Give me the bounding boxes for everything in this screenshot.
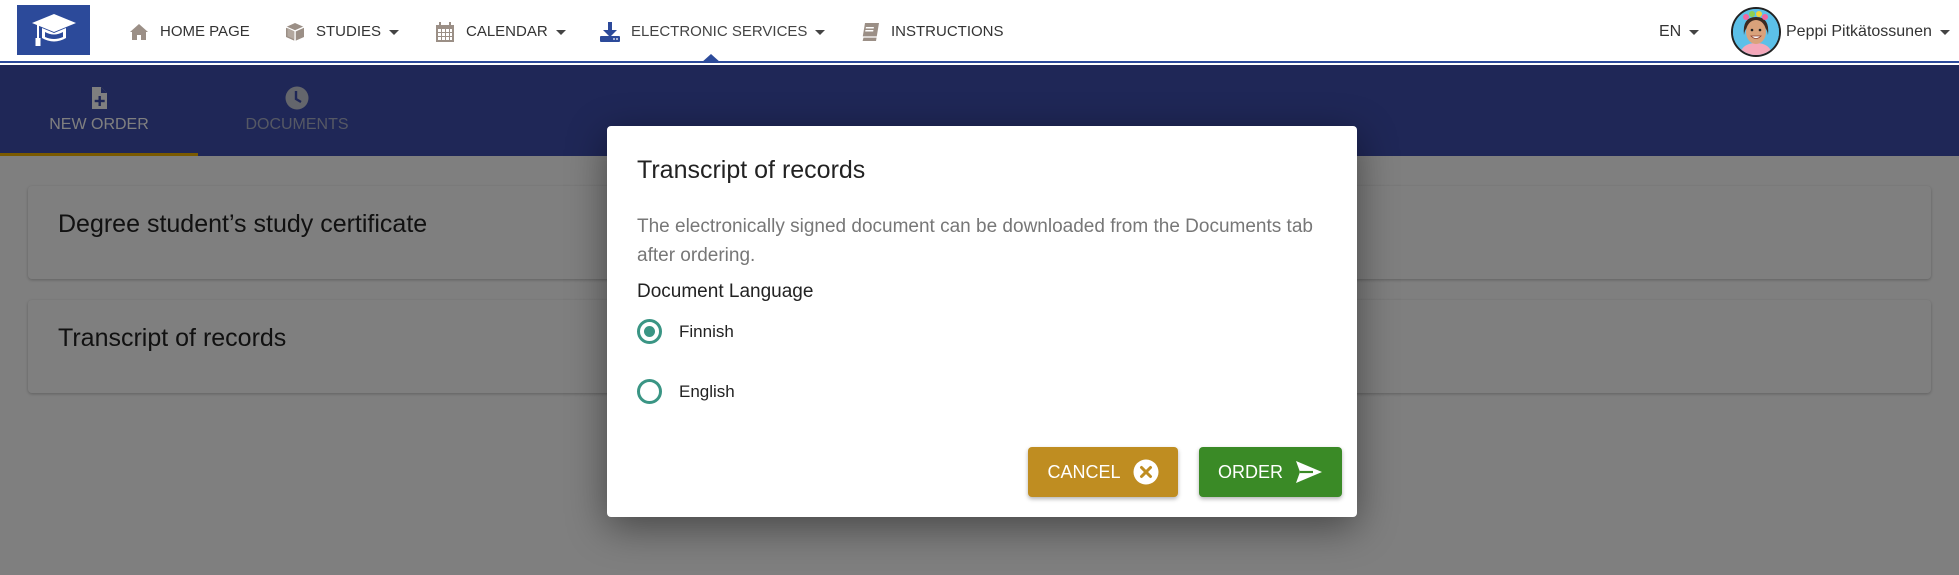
radio-finnish[interactable] — [637, 319, 662, 344]
nav-electronic-services-label: ELECTRONIC SERVICES — [631, 23, 808, 40]
nav-calendar[interactable]: CALENDAR — [434, 0, 566, 63]
send-icon — [1295, 460, 1323, 484]
dialog-description: The electronically signed document can b… — [637, 216, 1313, 266]
order-dialog: Transcript of records The electronically… — [607, 126, 1357, 517]
user-name: Peppi Pitkätossunen — [1786, 22, 1932, 40]
chevron-down-icon — [389, 30, 400, 35]
order-button[interactable]: ORDER — [1199, 447, 1342, 497]
cancel-button[interactable]: CANCEL — [1028, 447, 1178, 497]
radio-english-label: English — [679, 381, 735, 401]
nav-instructions-label: INSTRUCTIONS — [891, 23, 1004, 40]
book-icon — [859, 21, 881, 43]
radio-option-english[interactable]: English — [637, 379, 735, 404]
radio-finnish-label: Finnish — [679, 321, 734, 341]
language-selector[interactable]: EN — [1659, 0, 1700, 63]
home-icon — [128, 21, 150, 43]
language-label: EN — [1659, 22, 1682, 40]
chevron-down-icon — [555, 30, 566, 35]
radio-option-finnish[interactable]: Finnish — [637, 319, 734, 344]
calendar-icon — [434, 21, 456, 43]
graduation-cap-icon — [31, 14, 76, 46]
radio-english[interactable] — [637, 379, 662, 404]
download-icon — [599, 21, 621, 43]
cube-icon — [284, 21, 306, 43]
nav-studies-label: STUDIES — [316, 23, 382, 40]
order-button-label: ORDER — [1217, 461, 1283, 482]
active-nav-indicator — [701, 54, 721, 63]
chevron-down-icon — [815, 30, 826, 35]
nav-instructions[interactable]: INSTRUCTIONS — [859, 0, 1004, 63]
chevron-down-icon — [1689, 30, 1700, 35]
cancel-button-label: CANCEL — [1047, 461, 1121, 482]
nav-calendar-label: CALENDAR — [466, 23, 548, 40]
page: HOME PAGE STUDIES CALENDAR ELECTRONIC SE… — [0, 0, 1959, 575]
nav-home-page[interactable]: HOME PAGE — [128, 0, 250, 63]
user-menu[interactable]: Peppi Pitkätossunen — [1731, 0, 1950, 63]
document-language-label: Document Language — [637, 281, 814, 302]
chevron-down-icon — [1939, 30, 1950, 35]
nav-studies[interactable]: STUDIES — [284, 0, 400, 63]
top-navbar: HOME PAGE STUDIES CALENDAR ELECTRONIC SE… — [0, 0, 1959, 63]
nav-home-page-label: HOME PAGE — [160, 23, 250, 40]
close-circle-icon — [1133, 459, 1159, 485]
logo[interactable] — [17, 5, 90, 55]
avatar — [1731, 6, 1781, 57]
dialog-title: Transcript of records — [637, 156, 866, 184]
